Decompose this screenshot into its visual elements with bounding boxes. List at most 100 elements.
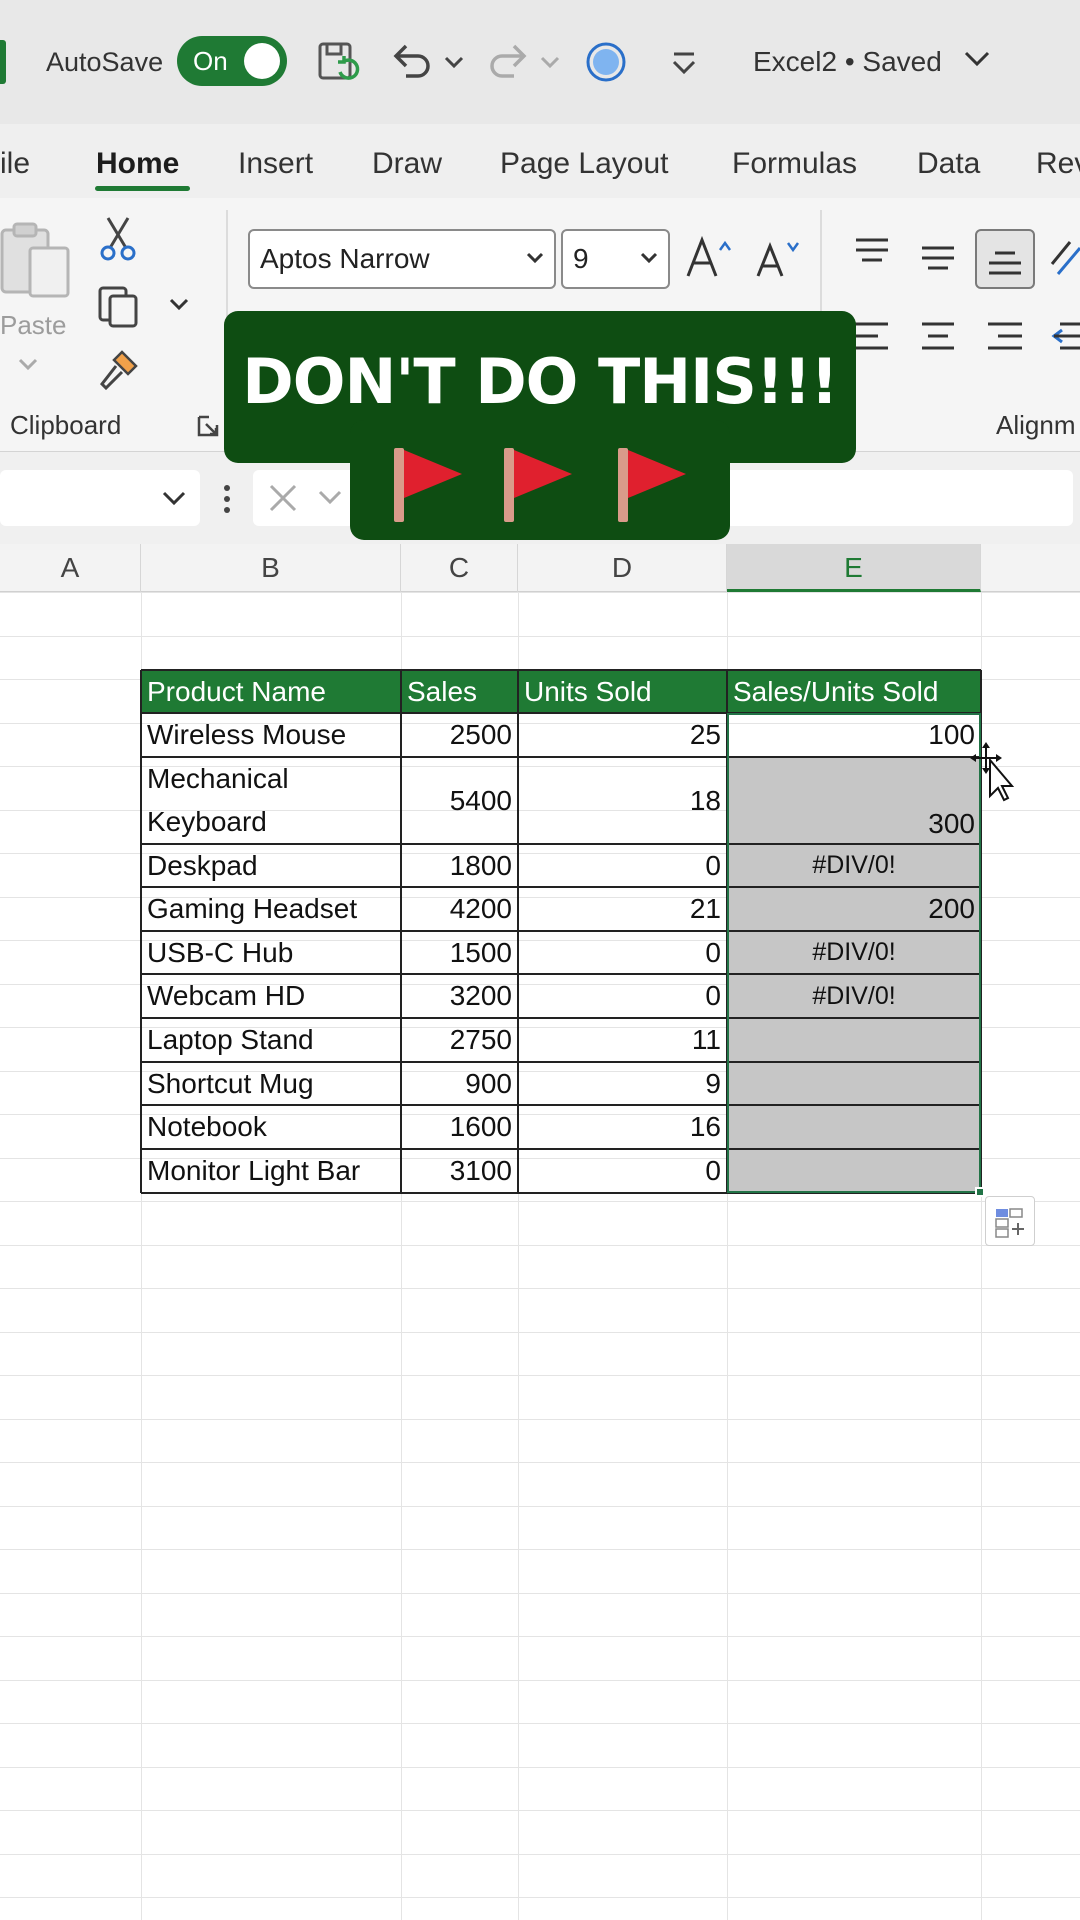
increase-font-size-icon[interactable] [684, 234, 734, 282]
table-cell-sales[interactable]: 1500 [401, 931, 518, 974]
table-cell-product-name[interactable]: Notebook [141, 1105, 401, 1149]
table-cell-sales-per-unit[interactable]: #DIV/0! [727, 931, 981, 974]
undo-icon[interactable] [388, 38, 436, 86]
table-header-units-sold[interactable]: Units Sold [518, 670, 727, 713]
cut-icon[interactable] [98, 216, 138, 262]
tab-draw[interactable]: Draw [372, 124, 442, 198]
table-border [141, 1061, 981, 1063]
column-header-c[interactable]: C [401, 544, 518, 592]
align-top-icon[interactable] [852, 236, 892, 272]
column-header-b[interactable]: B [141, 544, 401, 592]
table-cell-sales-per-unit[interactable] [727, 1018, 981, 1062]
table-cell-product-name[interactable]: Gaming Headset [141, 887, 401, 931]
table-cell-sales[interactable]: 3200 [401, 974, 518, 1018]
table-cell-sales-per-unit[interactable]: #DIV/0! [727, 844, 981, 887]
table-cell-units-sold[interactable]: 0 [518, 1149, 727, 1193]
warning-banner-text: DON'T DO THIS!!! [242, 345, 838, 418]
table-cell-units-sold[interactable]: 25 [518, 713, 727, 757]
table-cell-sales-per-unit[interactable]: 200 [727, 887, 981, 931]
copy-icon[interactable] [96, 284, 142, 328]
table-cell-sales[interactable]: 2500 [401, 713, 518, 757]
table-cell-units-sold[interactable]: 0 [518, 974, 727, 1018]
fill-handle[interactable] [975, 1187, 985, 1197]
tab-insert[interactable]: Insert [238, 124, 313, 198]
paste-icon[interactable] [0, 220, 74, 300]
undo-dropdown-chevron-icon[interactable] [440, 38, 468, 86]
font-size-combo[interactable]: 9 [561, 229, 670, 289]
table-header-product-name[interactable]: Product Name [141, 670, 401, 713]
table-cell-units-sold[interactable]: 0 [518, 931, 727, 974]
table-cell-sales[interactable]: 1600 [401, 1105, 518, 1149]
align-right-icon[interactable] [984, 318, 1024, 358]
column-header-a[interactable]: A [0, 544, 141, 592]
table-cell-sales-per-unit[interactable] [727, 1062, 981, 1105]
document-title[interactable]: Excel2 • Saved [753, 0, 942, 124]
quick-analysis-button[interactable] [985, 1196, 1035, 1246]
table-cell-sales-per-unit[interactable]: 100 [727, 713, 981, 757]
format-painter-icon[interactable] [96, 348, 140, 390]
name-box[interactable] [0, 470, 200, 526]
table-cell-sales-per-unit[interactable]: 300 [727, 757, 981, 844]
alignment-group-label: Alignm [996, 410, 1076, 440]
align-middle-icon[interactable] [918, 240, 958, 276]
orientation-icon[interactable] [1048, 234, 1080, 282]
table-cell-sales[interactable]: 3100 [401, 1149, 518, 1193]
table-cell-product-name[interactable]: Laptop Stand [141, 1018, 401, 1062]
gridline-row [0, 1592, 1080, 1594]
table-cell-product-name[interactable]: Mechanical Keyboard [141, 757, 401, 844]
table-cell-sales[interactable]: 2750 [401, 1018, 518, 1062]
dialog-launcher-icon[interactable] [196, 414, 220, 438]
decrease-indent-icon[interactable] [1050, 318, 1080, 358]
paste-label[interactable]: Paste [0, 310, 67, 341]
table-header-sales-per-unit[interactable]: Sales/Units Sold [727, 670, 981, 713]
table-cell-sales-per-unit[interactable]: #DIV/0! [727, 974, 981, 1018]
table-cell-product-name[interactable]: USB-C Hub [141, 931, 401, 974]
table-cell-product-name[interactable]: Deskpad [141, 844, 401, 887]
table-cell-sales-per-unit[interactable] [727, 1105, 981, 1149]
table-cell-units-sold[interactable]: 21 [518, 887, 727, 931]
table-header-sales[interactable]: Sales [401, 670, 518, 713]
redo-icon[interactable] [484, 38, 532, 86]
customize-toolbar-icon[interactable] [660, 38, 708, 86]
table-cell-sales[interactable]: 1800 [401, 844, 518, 887]
table-cell-units-sold[interactable]: 11 [518, 1018, 727, 1062]
redo-dropdown-chevron-icon[interactable] [536, 38, 564, 86]
more-options-icon[interactable] [218, 482, 236, 516]
font-name-combo[interactable]: Aptos Narrow [248, 229, 556, 289]
table-cell-sales[interactable]: 5400 [401, 757, 518, 844]
save-sync-icon[interactable] [314, 38, 362, 86]
align-left-icon[interactable] [852, 318, 892, 358]
column-header-e[interactable]: E [727, 544, 981, 592]
column-header-d[interactable]: D [518, 544, 727, 592]
column-header-f[interactable] [981, 544, 1080, 592]
table-cell-sales[interactable]: 900 [401, 1062, 518, 1105]
table-cell-product-name[interactable]: Monitor Light Bar [141, 1149, 401, 1193]
clipboard-group-label: Clipboard [10, 410, 122, 440]
decrease-font-size-icon[interactable] [752, 234, 802, 282]
table-cell-units-sold[interactable]: 16 [518, 1105, 727, 1149]
table-cell-product-name[interactable]: Webcam HD [141, 974, 401, 1018]
confirm-entry-icon[interactable] [317, 486, 343, 510]
table-cell-product-name[interactable]: Shortcut Mug [141, 1062, 401, 1105]
table-cell-sales[interactable]: 4200 [401, 887, 518, 931]
align-bottom-button[interactable] [975, 229, 1035, 289]
autosave-toggle[interactable]: On [177, 36, 287, 86]
tab-data[interactable]: Data [917, 124, 980, 198]
paste-dropdown-chevron-icon[interactable] [14, 354, 42, 376]
title-chevron-down-icon[interactable] [960, 42, 994, 76]
table-cell-units-sold[interactable]: 0 [518, 844, 727, 887]
table-border [726, 670, 728, 1193]
align-center-icon[interactable] [918, 318, 958, 358]
tab-file[interactable]: ile [0, 124, 30, 198]
copy-dropdown-chevron-icon[interactable] [166, 294, 192, 316]
table-cell-units-sold[interactable]: 18 [518, 757, 727, 844]
copilot-circle-icon[interactable] [582, 38, 630, 86]
cancel-entry-icon[interactable] [267, 482, 299, 514]
table-cell-sales-per-unit[interactable] [727, 1149, 981, 1193]
table-cell-units-sold[interactable]: 9 [518, 1062, 727, 1105]
table-cell-product-name[interactable]: Wireless Mouse [141, 713, 401, 757]
tab-formulas[interactable]: Formulas [732, 124, 857, 198]
tab-review[interactable]: Rev [1036, 124, 1080, 198]
tab-page-layout[interactable]: Page Layout [500, 124, 668, 198]
table-border [140, 670, 142, 1193]
